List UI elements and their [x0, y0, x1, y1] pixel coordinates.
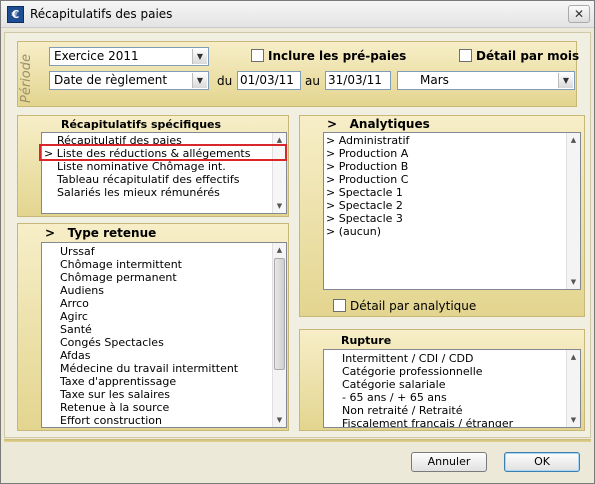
checkbox-box	[333, 299, 346, 312]
scroll-down-icon[interactable]: ▼	[567, 413, 580, 427]
au-label: au	[305, 74, 320, 88]
analytiques-scrollbar[interactable]: ▲ ▼	[566, 133, 580, 289]
list-item[interactable]: > Spectacle 1	[324, 186, 580, 199]
inclure-prepaies-label: Inclure les pré-paies	[268, 49, 407, 63]
list-item[interactable]: > Administratif	[324, 134, 580, 147]
list-item[interactable]: > Spectacle 3	[324, 212, 580, 225]
list-item[interactable]: Taxe sur les salaires	[42, 388, 286, 401]
month-select[interactable]: Mars ▼	[397, 71, 575, 90]
list-item[interactable]: Congés Spectacles	[42, 336, 286, 349]
scroll-up-icon[interactable]: ▲	[273, 133, 286, 147]
list-item[interactable]: Effort construction	[42, 414, 286, 427]
list-item[interactable]: Intermittent / CDI / CDD	[324, 352, 580, 365]
title-bar: € Récapitulatifs des paies ✕	[1, 1, 594, 28]
rupture-header: Rupture	[341, 334, 392, 347]
scroll-thumb[interactable]	[274, 258, 285, 370]
list-item[interactable]: Médecine du travail intermittent	[42, 362, 286, 375]
list-item[interactable]: Arrco	[42, 297, 286, 310]
type-retenue-header: > Type retenue	[45, 226, 156, 242]
ok-button[interactable]: OK	[504, 452, 580, 472]
scroll-up-icon[interactable]: ▲	[273, 243, 286, 257]
type-retenue-list[interactable]: Urssaf Chômage intermittent Chômage perman…	[41, 242, 287, 428]
header-marker: >	[45, 226, 56, 240]
list-item[interactable]: Audiens	[42, 284, 286, 297]
date-type-value: Date de règlement	[54, 73, 168, 87]
rupture-scrollbar[interactable]: ▲ ▼	[566, 350, 580, 427]
close-icon: ✕	[573, 7, 585, 21]
list-item[interactable]: Urssaf	[42, 245, 286, 258]
scroll-down-icon[interactable]: ▼	[273, 199, 286, 213]
date-type-select[interactable]: Date de règlement ▼	[49, 71, 209, 90]
type-retenue-scrollbar[interactable]: ▲ ▼	[272, 243, 286, 427]
scroll-up-icon[interactable]: ▲	[567, 133, 580, 147]
window-title: Récapitulatifs des paies	[30, 7, 173, 21]
list-item[interactable]: Récapitulatif des paies	[42, 134, 286, 147]
analytiques-header: > Analytiques	[327, 117, 430, 133]
list-item[interactable]: Agirc	[42, 310, 286, 323]
detail-par-mois-label: Détail par mois	[476, 49, 580, 63]
recap-list[interactable]: Récapitulatif des paies > Liste des rédu…	[41, 132, 287, 214]
detail-par-mois-checkbox[interactable]: Détail par mois	[459, 49, 579, 65]
list-item[interactable]: Chômage intermittent	[42, 258, 286, 271]
dialog-window: € Récapitulatifs des paies ✕ Période Exe…	[0, 0, 595, 484]
footer-divider	[4, 439, 591, 442]
month-value: Mars	[420, 73, 449, 87]
list-item[interactable]: > (aucun)	[324, 225, 580, 238]
list-item[interactable]: Santé	[42, 323, 286, 336]
list-item[interactable]: Afdas	[42, 349, 286, 362]
detail-analytique-checkbox[interactable]: Détail par analytique	[333, 299, 476, 315]
date-from-field[interactable]: 01/03/11	[237, 71, 301, 90]
scroll-down-icon[interactable]: ▼	[567, 275, 580, 289]
list-item[interactable]: Tableau récapitulatif des effectifs	[42, 173, 286, 186]
list-item[interactable]: Taxe d'apprentissage	[42, 375, 286, 388]
analytiques-list[interactable]: > Administratif > Production A > Productio…	[323, 132, 581, 290]
type-retenue-title: Type retenue	[67, 226, 157, 240]
list-item[interactable]: Non retraité / Retraité	[324, 404, 580, 417]
analytiques-title: Analytiques	[349, 117, 430, 131]
du-label: du	[217, 74, 233, 88]
chevron-down-icon: ▼	[558, 73, 573, 88]
periode-label: Période	[19, 54, 34, 103]
header-marker: >	[327, 117, 338, 131]
exercice-value: Exercice 2011	[54, 49, 139, 63]
recap-scrollbar[interactable]: ▲ ▼	[272, 133, 286, 213]
scroll-up-icon[interactable]: ▲	[567, 350, 580, 364]
list-item[interactable]: Chômage permanent	[42, 271, 286, 284]
list-item[interactable]: Fiscalement français / étranger	[324, 417, 580, 427]
list-item[interactable]: > Production A	[324, 147, 580, 160]
list-item[interactable]: - 65 ans / + 65 ans	[324, 391, 580, 404]
list-item[interactable]: > Production B	[324, 160, 580, 173]
chevron-down-icon: ▼	[192, 73, 207, 88]
exercice-select[interactable]: Exercice 2011 ▼	[49, 47, 209, 66]
cancel-button[interactable]: Annuler	[411, 452, 487, 472]
dialog-content: Période Exercice 2011 ▼ Inclure les pré-…	[4, 32, 591, 438]
list-item[interactable]: > Production C	[324, 173, 580, 186]
checkbox-box	[251, 49, 264, 62]
chevron-down-icon: ▼	[192, 49, 207, 64]
inclure-prepaies-checkbox[interactable]: Inclure les pré-paies	[251, 49, 406, 65]
list-item[interactable]: Retenue à la source	[42, 401, 286, 414]
checkbox-box	[459, 49, 472, 62]
date-to-field[interactable]: 31/03/11	[325, 71, 391, 90]
list-item[interactable]: Salariés les mieux rémunérés	[42, 186, 286, 199]
list-item[interactable]: > Liste des réductions & allégements	[42, 147, 286, 160]
list-item[interactable]: Liste nominative Chômage int.	[42, 160, 286, 173]
list-item[interactable]: Catégorie professionnelle	[324, 365, 580, 378]
scroll-down-icon[interactable]: ▼	[273, 413, 286, 427]
app-euro-icon: €	[7, 6, 24, 23]
detail-analytique-label: Détail par analytique	[350, 299, 477, 313]
close-button[interactable]: ✕	[568, 5, 590, 23]
rupture-list[interactable]: Intermittent / CDI / CDD Catégorie profes…	[323, 349, 581, 428]
list-item[interactable]: > Spectacle 2	[324, 199, 580, 212]
list-item[interactable]: Catégorie salariale	[324, 378, 580, 391]
